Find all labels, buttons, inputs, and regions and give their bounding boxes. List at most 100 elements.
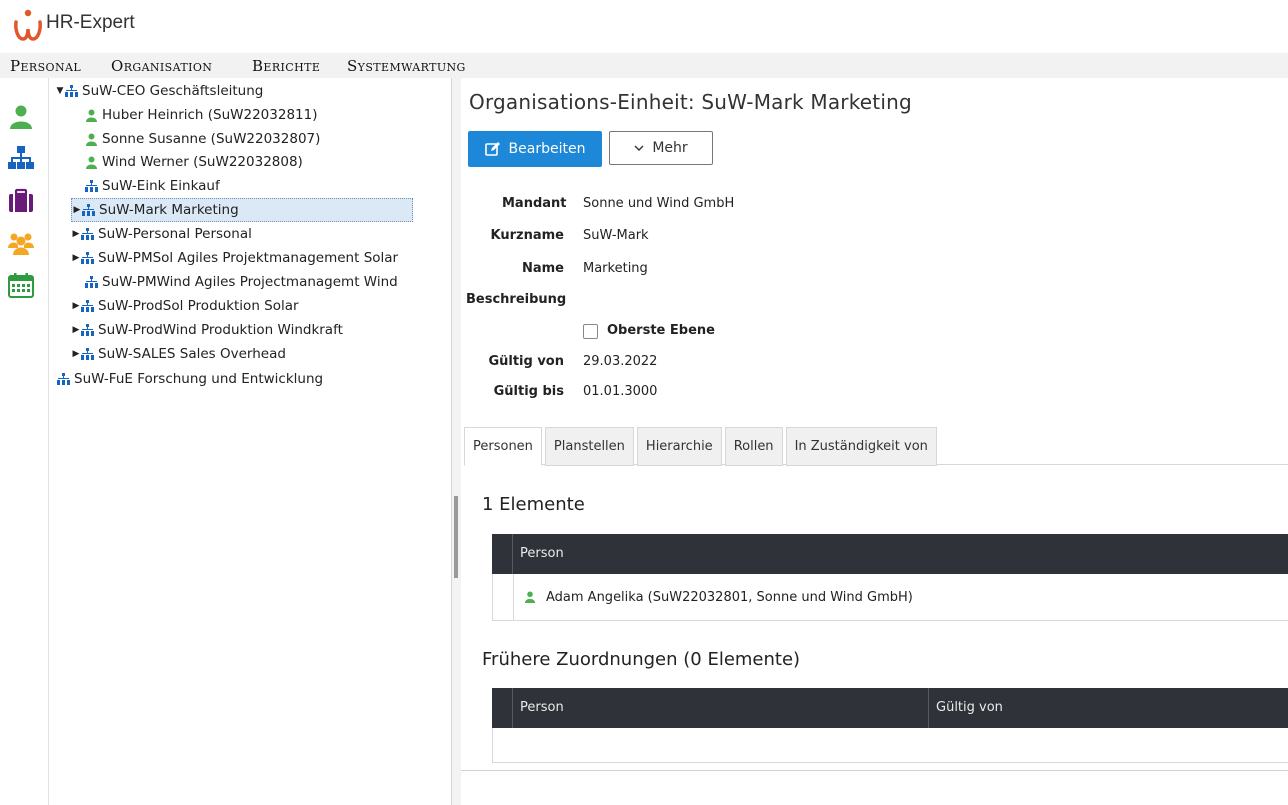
column-header-person[interactable]: Person: [512, 688, 564, 728]
tab-zustaendigkeit[interactable]: In Zuständigkeit von: [785, 427, 937, 466]
org-unit-icon: [85, 179, 98, 192]
name-label: Name: [521, 261, 564, 276]
briefcase-icon[interactable]: [8, 188, 34, 214]
tab-bar: Personen Planstellen Hierarchie Rollen I…: [464, 427, 940, 466]
page-title: Organisations-Einheit: SuW-Mark Marketin…: [469, 90, 912, 114]
person-icon[interactable]: [8, 104, 34, 130]
more-button-label: Mehr: [652, 140, 688, 156]
tree-node[interactable]: Wind Werner (SuW22032808): [85, 151, 303, 173]
group-icon[interactable]: [8, 230, 34, 256]
tree-node-label: SuW-CEO Geschäftsleitung: [82, 83, 264, 99]
menu-organisation[interactable]: Organisation: [111, 57, 212, 75]
expand-arrow-icon[interactable]: ▶: [71, 223, 81, 245]
org-unit-icon: [82, 203, 95, 216]
expand-arrow-icon[interactable]: ▶: [71, 247, 81, 269]
expand-arrow-icon[interactable]: ▶: [71, 319, 81, 341]
person-icon: [86, 156, 97, 169]
app-title: HR-Expert: [46, 12, 135, 33]
oberste-ebene-checkbox[interactable]: [583, 324, 598, 339]
tree-node-label: SuW-PMSol Agiles Projektmanagement Solar: [98, 250, 399, 266]
org-unit-icon: [81, 227, 94, 240]
persons-table-header: Person: [492, 534, 1288, 574]
tab-personen[interactable]: Personen: [464, 427, 542, 466]
tree-node-label: SuW-Eink Einkauf: [102, 178, 220, 194]
tree-node-label: Sonne Susanne (SuW22032807): [102, 131, 321, 147]
expand-arrow-icon[interactable]: ▶: [71, 295, 81, 317]
tree-node[interactable]: Huber Heinrich (SuW22032811): [85, 104, 317, 126]
mandant-value: Sonne und Wind GmbH: [583, 196, 735, 211]
org-unit-icon: [81, 323, 94, 336]
tree-node-label: SuW-FuE Forschung und Entwicklung: [74, 371, 324, 387]
gueltig-von-label: Gültig von: [488, 354, 564, 369]
expand-arrow-icon[interactable]: ▶: [71, 343, 81, 365]
person-cell: Adam Angelika (SuW22032801, Sonne und Wi…: [546, 589, 913, 605]
org-unit-icon: [65, 84, 78, 97]
expand-arrow-icon[interactable]: ▶: [72, 199, 82, 221]
oberste-ebene-label: Oberste Ebene: [607, 323, 715, 338]
tree-node-label: Wind Werner (SuW22032808): [102, 154, 303, 170]
elements-heading: 1 Elemente: [482, 494, 585, 515]
tree-node[interactable]: ▶ SuW-ProdSol Produktion Solar: [71, 295, 299, 317]
calendar-icon[interactable]: [8, 272, 34, 298]
tree-node-label: SuW-PMWind Agiles Projectmanagemt Wind: [102, 274, 398, 290]
app-header: HR-Expert: [0, 0, 1288, 52]
menu-berichte[interactable]: Berichte: [252, 57, 320, 75]
tree-node[interactable]: SuW-Eink Einkauf: [85, 175, 220, 197]
scrollbar-thumb[interactable]: [454, 496, 458, 578]
hr-expert-logo-icon: [14, 9, 42, 41]
icon-rail: [0, 78, 49, 805]
person-icon: [86, 109, 97, 122]
tree-node-label: SuW-Mark Marketing: [99, 202, 239, 218]
tree-node-label: SuW-Personal Personal: [98, 226, 252, 242]
edit-button[interactable]: Bearbeiten: [468, 131, 602, 167]
chevron-down-icon: [634, 145, 644, 151]
kurzname-label: Kurzname: [490, 228, 564, 243]
collapse-arrow-icon[interactable]: ▼: [55, 80, 65, 102]
org-unit-icon: [85, 275, 98, 288]
more-button[interactable]: Mehr: [609, 131, 713, 165]
former-table-header: Person Gültig von: [492, 688, 1288, 728]
tree-node[interactable]: SuW-PMWind Agiles Projectmanagemt Wind: [85, 271, 398, 293]
gueltig-bis-label: Gültig bis: [493, 384, 564, 399]
beschreibung-label: Beschreibung: [466, 292, 567, 307]
table-row[interactable]: Adam Angelika (SuW22032801, Sonne und Wi…: [514, 574, 913, 620]
former-table-body: [492, 728, 1288, 763]
org-unit-icon: [81, 347, 94, 360]
name-value: Marketing: [583, 261, 648, 276]
mandant-label: Mandant: [502, 196, 567, 211]
tree-node-label: Huber Heinrich (SuW22032811): [102, 107, 318, 123]
tab-hierarchie[interactable]: Hierarchie: [636, 427, 722, 466]
bottom-divider: [461, 770, 1288, 771]
tree-node-label: SuW-SALES Sales Overhead: [98, 346, 286, 362]
tree-node[interactable]: ▼ SuW-CEO Geschäftsleitung: [55, 80, 264, 102]
tree-node[interactable]: SuW-FuE Forschung und Entwicklung: [57, 368, 323, 390]
menu-personal[interactable]: Personal: [10, 57, 81, 75]
menubar: Personal Organisation Berichte Systemwar…: [0, 53, 1288, 78]
tab-rollen[interactable]: Rollen: [724, 427, 783, 466]
tree-node-label: SuW-ProdSol Produktion Solar: [98, 298, 299, 314]
tree-node[interactable]: ▶ SuW-Personal Personal: [71, 223, 252, 245]
tab-planstellen[interactable]: Planstellen: [544, 427, 634, 466]
org-unit-icon: [81, 251, 94, 264]
org-chart-icon[interactable]: [8, 145, 34, 171]
tree-node[interactable]: ▶ SuW-PMSol Agiles Projektmanagement Sol…: [71, 247, 399, 269]
org-unit-icon: [57, 372, 70, 385]
tree-node-label: SuW-ProdWind Produktion Windkraft: [98, 322, 343, 338]
person-icon: [524, 591, 536, 603]
former-assignments-heading: Frühere Zuordnungen (0 Elemente): [482, 649, 801, 670]
edit-button-label: Bearbeiten: [508, 141, 586, 157]
gueltig-von-value: 29.03.2022: [583, 354, 658, 369]
detail-panel: Organisations-Einheit: SuW-Mark Marketin…: [461, 78, 1288, 805]
tree-node-selected[interactable]: ▶ SuW-Mark Marketing: [71, 198, 413, 222]
edit-icon: [484, 142, 500, 156]
person-icon: [86, 133, 97, 146]
kurzname-value: SuW-Mark: [583, 228, 649, 243]
tree-node[interactable]: Sonne Susanne (SuW22032807): [85, 128, 320, 150]
row-gutter: [493, 574, 514, 620]
tree-node[interactable]: ▶ SuW-ProdWind Produktion Windkraft: [71, 319, 343, 341]
menu-systemwartung[interactable]: Systemwartung: [347, 57, 466, 75]
org-tree: ▼ SuW-CEO Geschäftsleitung Huber Heinric…: [49, 78, 451, 805]
tree-node[interactable]: ▶ SuW-SALES Sales Overhead: [71, 343, 286, 365]
column-header-gueltig-von[interactable]: Gültig von: [928, 688, 1003, 728]
column-header-person[interactable]: Person: [512, 534, 564, 574]
